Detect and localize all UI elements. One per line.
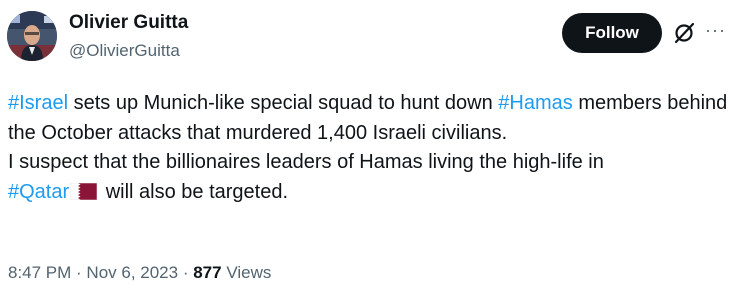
meta-separator: · (178, 263, 194, 282)
meta-separator: · (71, 263, 87, 282)
hashtag-qatar-link[interactable]: #Qatar (8, 181, 69, 203)
grok-slash-circle-icon[interactable] (672, 21, 696, 45)
hashtag-israel-link[interactable]: #Israel (8, 92, 68, 114)
qatar-flag-icon (70, 182, 98, 200)
tweet-text-segment: will also be targeted. (100, 180, 289, 203)
tweet-meta: 8:47 PM · Nov 6, 2023 · 877 Views (8, 263, 271, 283)
hashtag-hamas-link[interactable]: #Hamas (498, 92, 572, 114)
author-handle[interactable]: @OlivierGuitta (69, 41, 180, 61)
author-name[interactable]: Olivier Guitta (69, 12, 188, 34)
avatar[interactable] (7, 11, 57, 61)
views-label: Views (221, 263, 272, 282)
tweet-text: #Israel sets up Munich-like special squa… (8, 89, 743, 207)
more-dots-icon[interactable]: ··· (705, 20, 735, 40)
avatar-image (7, 11, 57, 61)
tweet-text-segment: sets up Munich-like special squad to hun… (68, 92, 499, 114)
tweet-time[interactable]: 8:47 PM (8, 263, 71, 282)
views-count[interactable]: 877 (193, 263, 221, 282)
tweet-card: Olivier Guitta @OlivierGuitta Follow ···… (0, 0, 750, 301)
follow-button[interactable]: Follow (562, 13, 662, 53)
tweet-text-segment: I suspect that the billionaires leaders … (8, 151, 604, 173)
tweet-date[interactable]: Nov 6, 2023 (86, 263, 178, 282)
